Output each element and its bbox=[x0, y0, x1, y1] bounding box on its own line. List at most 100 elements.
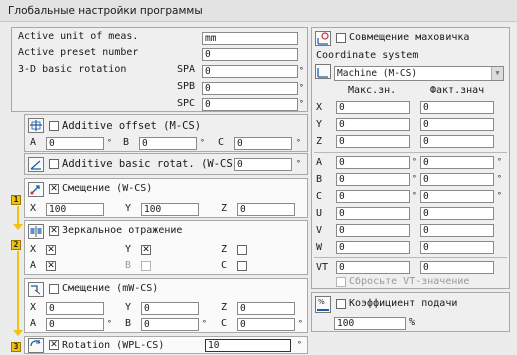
mirror-a-checkbox[interactable]: ✕ bbox=[46, 261, 56, 271]
mirror-a-label: A bbox=[30, 260, 37, 271]
offset-c-degree: ° bbox=[296, 138, 301, 147]
shift-mw-y-label: Y bbox=[125, 302, 132, 313]
feed-rate-icon: % bbox=[315, 296, 331, 313]
dropdown-arrow-icon[interactable]: ▼ bbox=[491, 67, 503, 80]
svg-text:%: % bbox=[318, 298, 325, 306]
feed-panel: % Коэффициент подачи 100 % bbox=[311, 292, 510, 332]
shift-y-label: Y bbox=[125, 203, 132, 214]
rotation-label: 3-D basic rotation bbox=[18, 64, 127, 75]
rotation-wpl-checkbox[interactable]: ✕ bbox=[49, 340, 59, 350]
hw-vt-label: VT bbox=[316, 262, 329, 273]
window-title: Глобальные настройки программы bbox=[0, 0, 517, 22]
hw-axis-y: Y bbox=[316, 119, 323, 130]
shift-z-label: Z bbox=[221, 203, 228, 214]
shift-mw-z-label: Z bbox=[221, 302, 228, 313]
offset-a-degree: ° bbox=[107, 138, 112, 147]
general-panel: Active unit of meas. mm Active preset nu… bbox=[11, 27, 308, 112]
handwheel-checkbox[interactable] bbox=[336, 33, 346, 43]
hw-v-max-field: 0 bbox=[336, 224, 410, 237]
hw-a-act-field: 0 bbox=[420, 156, 494, 169]
hw-v-act-field: 0 bbox=[420, 224, 494, 237]
additive-offset-panel: Additive offset (M-CS) A 0 ° B 0 ° C 0 ° bbox=[24, 114, 308, 152]
mirror-checkbox[interactable]: ✕ bbox=[49, 226, 59, 236]
shift-mw-a-field: 0 bbox=[46, 318, 104, 331]
shift-mw-c-field: 0 bbox=[237, 318, 295, 331]
handwheel-panel: Совмещение маховичка Coordinate system M… bbox=[311, 27, 510, 289]
hw-c-act-field: 0 bbox=[420, 190, 494, 203]
feed-checkbox[interactable] bbox=[336, 299, 346, 309]
unit-field: mm bbox=[202, 32, 298, 45]
rotation-wpl-label: Rotation (WPL-CS) bbox=[62, 340, 165, 351]
spc-degree: ° bbox=[299, 99, 304, 108]
shift-mw-a-label: A bbox=[30, 318, 37, 329]
additive-offset-checkbox[interactable] bbox=[49, 121, 59, 131]
preset-field: 0 bbox=[202, 48, 298, 61]
hw-a-max-degree: ° bbox=[412, 157, 417, 166]
reset-vt-label: Сбросьте VT-значение bbox=[349, 276, 470, 287]
mirror-b-label: B bbox=[125, 260, 132, 271]
hw-axis-x: X bbox=[316, 102, 323, 113]
step-arrow-2 bbox=[17, 251, 19, 332]
spc-label: SPC bbox=[177, 98, 196, 109]
step-arrow-1 bbox=[17, 206, 19, 226]
hw-b-max-field: 0 bbox=[336, 173, 410, 186]
shift-mw-label: Смещение (mW-CS) bbox=[62, 283, 159, 294]
hw-b-max-degree: ° bbox=[412, 174, 417, 183]
mirror-c-checkbox[interactable] bbox=[237, 261, 247, 271]
hw-axis-b: B bbox=[316, 174, 323, 185]
hw-w-max-field: 0 bbox=[336, 241, 410, 254]
shift-y-field[interactable]: 100 bbox=[141, 203, 199, 216]
shift-mw-checkbox[interactable] bbox=[49, 284, 59, 294]
offset-b-field: 0 bbox=[139, 137, 197, 150]
hw-u-max-field: 0 bbox=[336, 207, 410, 220]
step-arrow-head-2 bbox=[13, 330, 23, 336]
shift-panel: ✕ Смещение (W-CS) X 100 Y 100 Z 0 bbox=[24, 178, 308, 218]
mirror-b-checkbox bbox=[141, 261, 151, 271]
handwheel-label: Совмещение маховичка bbox=[349, 32, 470, 43]
spc-field: 0 bbox=[202, 98, 298, 111]
additive-rotation-checkbox[interactable] bbox=[49, 159, 59, 169]
hw-x-max-field: 0 bbox=[336, 101, 410, 114]
hw-a-act-degree: ° bbox=[497, 157, 502, 166]
shift-x-field[interactable]: 100 bbox=[46, 203, 104, 216]
shift-checkbox[interactable]: ✕ bbox=[49, 184, 59, 194]
handwheel-icon bbox=[315, 31, 331, 46]
mirror-y-checkbox[interactable]: ✕ bbox=[141, 245, 151, 255]
hw-axis-u: U bbox=[316, 208, 323, 219]
rotation-wpl-panel: ✕ Rotation (WPL-CS) 10 ° bbox=[24, 336, 308, 354]
shift-x-label: X bbox=[30, 203, 37, 214]
hw-z-max-field: 0 bbox=[336, 135, 410, 148]
col-max-header: Макс.зн. bbox=[348, 85, 397, 96]
coord-system-label: Coordinate system bbox=[316, 50, 419, 61]
col-actual-header: Факт.знач bbox=[430, 85, 485, 96]
rotation-wpl-field[interactable]: 10 bbox=[205, 339, 291, 352]
mirror-x-checkbox[interactable]: ✕ bbox=[46, 245, 56, 255]
mirror-z-checkbox[interactable] bbox=[237, 245, 247, 255]
mirror-panel: ✕ Зеркальное отражение X ✕ Y ✕ Z A ✕ B C bbox=[24, 220, 308, 275]
hw-c-max-field: 0 bbox=[336, 190, 410, 203]
offset-b-label: B bbox=[123, 137, 130, 148]
hw-b-act-degree: ° bbox=[497, 174, 502, 183]
shift-z-field[interactable]: 0 bbox=[237, 203, 295, 216]
hw-axis-c: C bbox=[316, 191, 323, 202]
shift-mw-b-field: 0 bbox=[141, 318, 199, 331]
mirror-z-label: Z bbox=[221, 244, 228, 255]
hw-y-max-field: 0 bbox=[336, 118, 410, 131]
mirror-c-label: C bbox=[221, 260, 228, 271]
reset-vt-checkbox bbox=[336, 277, 346, 287]
coord-system-icon bbox=[315, 64, 331, 79]
hw-c-max-degree: ° bbox=[412, 191, 417, 200]
hw-axis-z: Z bbox=[316, 136, 323, 147]
coord-system-select[interactable]: Machine (M-CS) ▼ bbox=[334, 66, 504, 81]
step-badge-2: 2 bbox=[11, 240, 21, 250]
shift-label: Смещение (W-CS) bbox=[62, 183, 153, 194]
mirror-label: Зеркальное отражение bbox=[62, 225, 183, 236]
spb-field: 0 bbox=[202, 82, 298, 95]
spa-label: SPA bbox=[177, 64, 196, 75]
step-badge-1: 1 bbox=[11, 195, 21, 205]
mirror-x-label: X bbox=[30, 244, 37, 255]
mirror-icon bbox=[28, 224, 44, 239]
hw-u-act-field: 0 bbox=[420, 207, 494, 220]
spa-degree: ° bbox=[299, 66, 304, 75]
shift-mw-z-field: 0 bbox=[237, 302, 295, 315]
